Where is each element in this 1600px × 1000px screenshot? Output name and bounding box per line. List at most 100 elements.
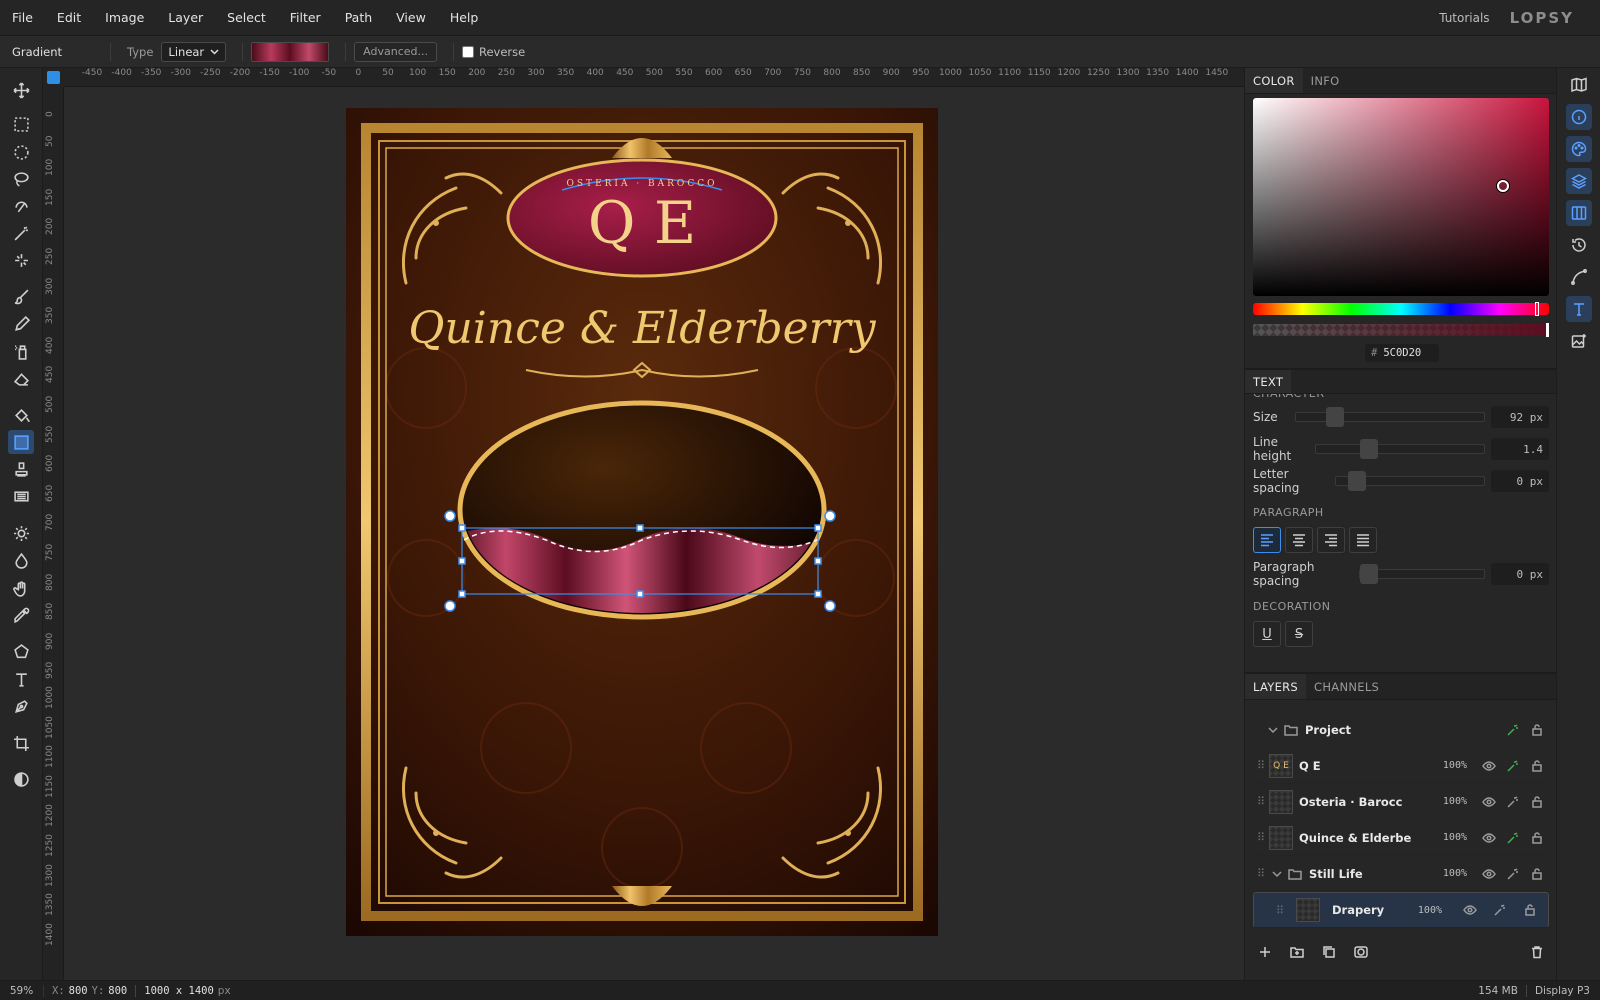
rect-select-tool[interactable] [8,112,34,136]
paths-button[interactable] [1566,264,1592,290]
color-picker-handle[interactable] [1497,180,1509,192]
alpha-handle[interactable] [1546,323,1549,337]
menu-view[interactable]: View [384,0,438,36]
lock-icon[interactable] [1518,903,1542,917]
ellipse-select-tool[interactable] [8,140,34,164]
tab-color[interactable]: COLOR [1245,68,1303,93]
magnetic-lasso-tool[interactable] [8,194,34,218]
lock-icon[interactable] [1525,723,1549,737]
align-center-button[interactable] [1285,527,1313,553]
monogram-text[interactable]: Q E [588,189,696,257]
menu-select[interactable]: Select [215,0,278,36]
shape-tool[interactable] [8,639,34,663]
tutorials-link[interactable]: Tutorials [1439,11,1489,25]
channels-button[interactable] [1566,200,1592,226]
advanced-button[interactable]: Advanced... [354,41,437,62]
drag-handle-icon[interactable]: ⠿ [1260,904,1290,917]
align-right-button[interactable] [1317,527,1345,553]
hex-input[interactable]: # 5C0D20 [1365,344,1439,362]
canvas-area[interactable]: OSTERIA · BAROCCO Q E Quince & Elderberr… [64,87,1244,980]
hue-slider[interactable] [1253,302,1549,316]
brush-tool[interactable] [8,284,34,308]
effects-icon[interactable] [1501,795,1525,809]
align-justify-button[interactable] [1349,527,1377,553]
effects-icon[interactable] [1501,867,1525,881]
paragraph-spacing-slider[interactable] [1359,564,1485,584]
strikethrough-button[interactable]: S [1285,621,1313,647]
gradient-tool[interactable] [8,430,34,454]
menu-file[interactable]: File [0,0,45,36]
layer-row-project[interactable]: Project [1253,712,1549,748]
effects-icon[interactable] [1501,723,1525,737]
quick-select-tool[interactable] [8,248,34,272]
reverse-checkbox[interactable] [462,45,474,58]
eraser-tool[interactable] [8,366,34,390]
magic-wand-tool[interactable] [8,221,34,245]
letter-spacing-input[interactable]: 0 px [1491,470,1549,492]
layer-row-quince[interactable]: ⠿ Quince & Elderbe 100% [1253,820,1549,856]
menu-help[interactable]: Help [438,0,491,36]
lock-icon[interactable] [1525,759,1549,773]
arc-text[interactable]: OSTERIA · BAROCCO [567,179,718,189]
effects-icon[interactable] [1501,831,1525,845]
hex-value[interactable]: 5C0D20 [1383,347,1421,359]
lock-icon[interactable] [1525,831,1549,845]
hue-handle[interactable] [1535,302,1539,316]
document-canvas[interactable]: OSTERIA · BAROCCO Q E Quince & Elderberr… [346,108,938,936]
zoom-level[interactable]: 59% [0,984,44,997]
line-height-input[interactable]: 1.4 [1491,438,1549,460]
drag-handle-icon[interactable]: ⠿ [1253,867,1269,880]
tab-channels[interactable]: CHANNELS [1306,674,1387,699]
info-button[interactable] [1566,104,1592,130]
lock-icon[interactable] [1525,795,1549,809]
assets-button[interactable] [1566,328,1592,354]
paragraph-spacing-input[interactable]: 0 px [1491,563,1549,585]
eye-icon[interactable] [1458,903,1482,917]
layers-button[interactable] [1566,168,1592,194]
eye-icon[interactable] [1477,795,1501,809]
history-button[interactable] [1566,232,1592,258]
saturation-value-picker[interactable] [1253,98,1549,296]
pen-tool[interactable] [8,694,34,718]
drag-handle-icon[interactable]: ⠿ [1253,759,1269,772]
mask-button[interactable] [1349,945,1373,959]
add-layer-button[interactable] [1253,945,1277,959]
menu-filter[interactable]: Filter [278,0,333,36]
line-height-slider[interactable] [1315,439,1485,459]
text-tool[interactable] [8,667,34,691]
eye-icon[interactable] [1477,831,1501,845]
letter-spacing-slider[interactable] [1335,471,1485,491]
tab-text[interactable]: TEXT [1245,370,1292,393]
blur-tool[interactable] [8,548,34,572]
pencil-tool[interactable] [8,312,34,336]
fill-tool[interactable] [8,403,34,427]
hand-tool[interactable] [8,576,34,600]
eye-icon[interactable] [1477,759,1501,773]
lasso-tool[interactable] [8,167,34,191]
layer-row-still-life[interactable]: ⠿ Still Life 100% [1253,856,1549,892]
color-mode-toggle[interactable] [8,767,34,791]
tab-info[interactable]: INFO [1303,68,1348,93]
effects-icon[interactable] [1488,903,1512,917]
chevron-down-icon[interactable] [1265,723,1281,737]
spray-tool[interactable] [8,339,34,363]
pattern-tool[interactable] [8,484,34,508]
eyedropper-tool[interactable] [8,603,34,627]
effects-icon[interactable] [1501,759,1525,773]
drag-handle-icon[interactable]: ⠿ [1253,831,1269,844]
delete-layer-button[interactable] [1525,945,1549,959]
layer-row-drapery[interactable]: ⠿ Drapery 100% [1253,892,1549,928]
eye-icon[interactable] [1477,867,1501,881]
lock-icon[interactable] [1525,867,1549,881]
color-button[interactable] [1566,136,1592,162]
crop-tool[interactable] [8,731,34,755]
stamp-tool[interactable] [8,457,34,481]
text-panel-button[interactable] [1566,296,1592,322]
size-input[interactable]: 92 px [1491,406,1549,428]
layer-row-qe[interactable]: ⠿ Q E Q E 100% [1253,748,1549,784]
size-slider[interactable] [1295,407,1485,427]
move-tool[interactable] [8,78,34,102]
tab-layers[interactable]: LAYERS [1245,674,1307,699]
drag-handle-icon[interactable]: ⠿ [1253,795,1269,808]
gradient-type-select[interactable]: Linear [161,41,227,62]
